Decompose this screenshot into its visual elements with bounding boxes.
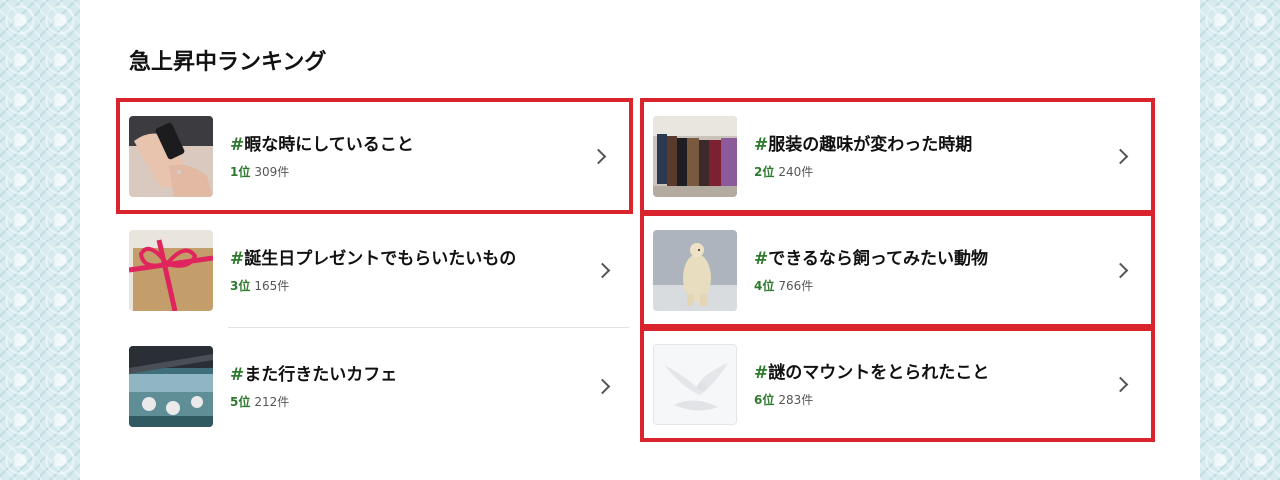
section-title: 急上昇中ランキング [129, 50, 327, 75]
item-meta: 5位 212件 [230, 394, 290, 409]
item-title: #謎のマウントをとられたこと [754, 363, 990, 383]
ranking-item-2[interactable]: #服装の趣味が変わった時期 2位 240件 [640, 98, 1155, 214]
ranking-panel: 急上昇中ランキング #暇な時にしていること 1位 309件 #服装の趣味が変わっ… [80, 0, 1200, 480]
item-meta: 6位 283件 [754, 393, 814, 407]
ranking-item-1[interactable]: #暇な時にしていること 1位 309件 [116, 98, 633, 214]
ranking-item-5[interactable]: #また行きたいカフェ 5位 212件 [116, 330, 633, 442]
chevron-right-icon [1112, 376, 1129, 393]
chevron-right-icon [1112, 148, 1129, 164]
divider [228, 327, 629, 328]
ranking-item-6[interactable]: #謎のマウントをとられたこと 6位 283件 [640, 327, 1155, 442]
item-meta: 4位 766件 [754, 278, 814, 293]
item-title: #暇な時にしていること [230, 134, 414, 155]
item-meta: 1位 309件 [230, 164, 290, 179]
ranking-item-3[interactable]: #誕生日プレゼントでもらいたいもの 3位 165件 [116, 214, 633, 326]
gift-box-photo [129, 229, 213, 311]
polar-bear-photo [653, 229, 737, 311]
cafe-terrace-photo [129, 345, 213, 427]
chevron-right-icon [594, 378, 611, 394]
chevron-right-icon [590, 148, 607, 164]
item-title: #できるなら飼ってみたい動物 [754, 248, 989, 269]
item-meta: 3位 165件 [230, 278, 290, 293]
white-birds-photo [653, 344, 737, 425]
chevron-right-icon [1112, 262, 1129, 278]
item-title: #また行きたいカフェ [230, 364, 398, 385]
phone-hands-photo [129, 115, 213, 197]
item-title: #誕生日プレゼントでもらいたいもの [230, 248, 517, 269]
ranking-item-4[interactable]: #できるなら飼ってみたい動物 4位 766件 [640, 212, 1155, 328]
item-meta: 2位 240件 [754, 164, 814, 179]
item-title: #服装の趣味が変わった時期 [754, 134, 973, 155]
clothes-rack-photo [653, 115, 737, 197]
chevron-right-icon [594, 262, 611, 278]
